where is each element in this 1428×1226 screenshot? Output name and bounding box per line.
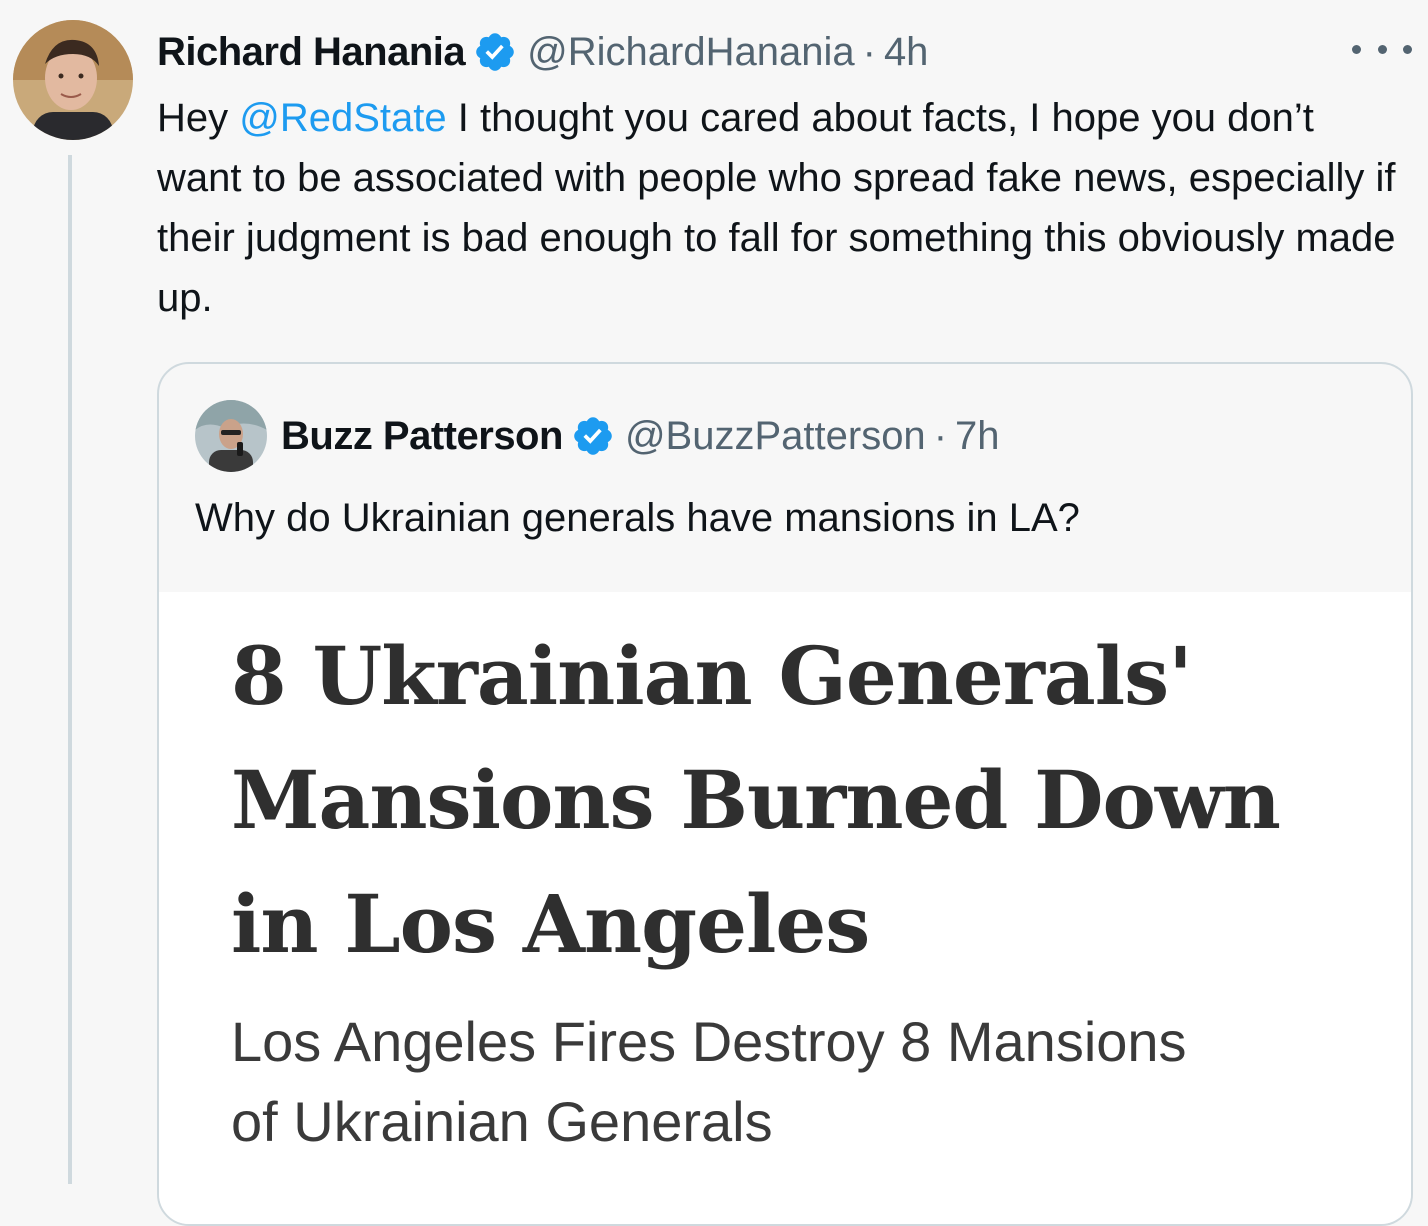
verified-badge-icon xyxy=(571,414,615,458)
quoted-author-handle[interactable]: @BuzzPatterson xyxy=(625,414,926,459)
separator-dot: · xyxy=(862,29,876,74)
tweet-text-prefix: Hey xyxy=(157,96,240,140)
tweet-text: Hey @RedState I thought you cared about … xyxy=(157,88,1407,328)
tweet[interactable]: Richard Hanania @RichardHanania · 4h Hey… xyxy=(0,0,1428,1226)
mention-link[interactable]: @RedState xyxy=(239,96,446,140)
quoted-tweet-text: Why do Ukrainian generals have mansions … xyxy=(195,496,1080,540)
quoted-author-avatar[interactable] xyxy=(195,400,267,472)
quoted-tweet-image[interactable]: 8 Ukrainian Generals' Mansions Burned Do… xyxy=(159,592,1411,1224)
quoted-tweet-timestamp[interactable]: 7h xyxy=(955,414,1000,459)
tweet-timestamp[interactable]: 4h xyxy=(884,30,929,75)
separator-dot: · xyxy=(933,413,948,458)
tweet-header: Richard Hanania @RichardHanania · 4h xyxy=(157,24,928,80)
author-name[interactable]: Richard Hanania xyxy=(157,30,466,75)
thread-line xyxy=(68,155,72,1184)
quoted-author-name[interactable]: Buzz Patterson xyxy=(281,414,563,459)
author-handle[interactable]: @RichardHanania xyxy=(527,30,854,75)
article-headline: 8 Ukrainian Generals' Mansions Burned Do… xyxy=(231,629,1281,971)
verified-badge-icon xyxy=(473,30,517,74)
more-options-icon[interactable] xyxy=(1352,34,1412,64)
quoted-tweet-header: Buzz Patterson @BuzzPatterson · 7h xyxy=(281,408,1000,464)
author-avatar[interactable] xyxy=(13,20,133,140)
quoted-tweet-card[interactable]: Buzz Patterson @BuzzPatterson · 7h Why d… xyxy=(157,362,1413,1226)
article-subheadline: Los Angeles Fires Destroy 8 Mansions of … xyxy=(231,1010,1187,1153)
